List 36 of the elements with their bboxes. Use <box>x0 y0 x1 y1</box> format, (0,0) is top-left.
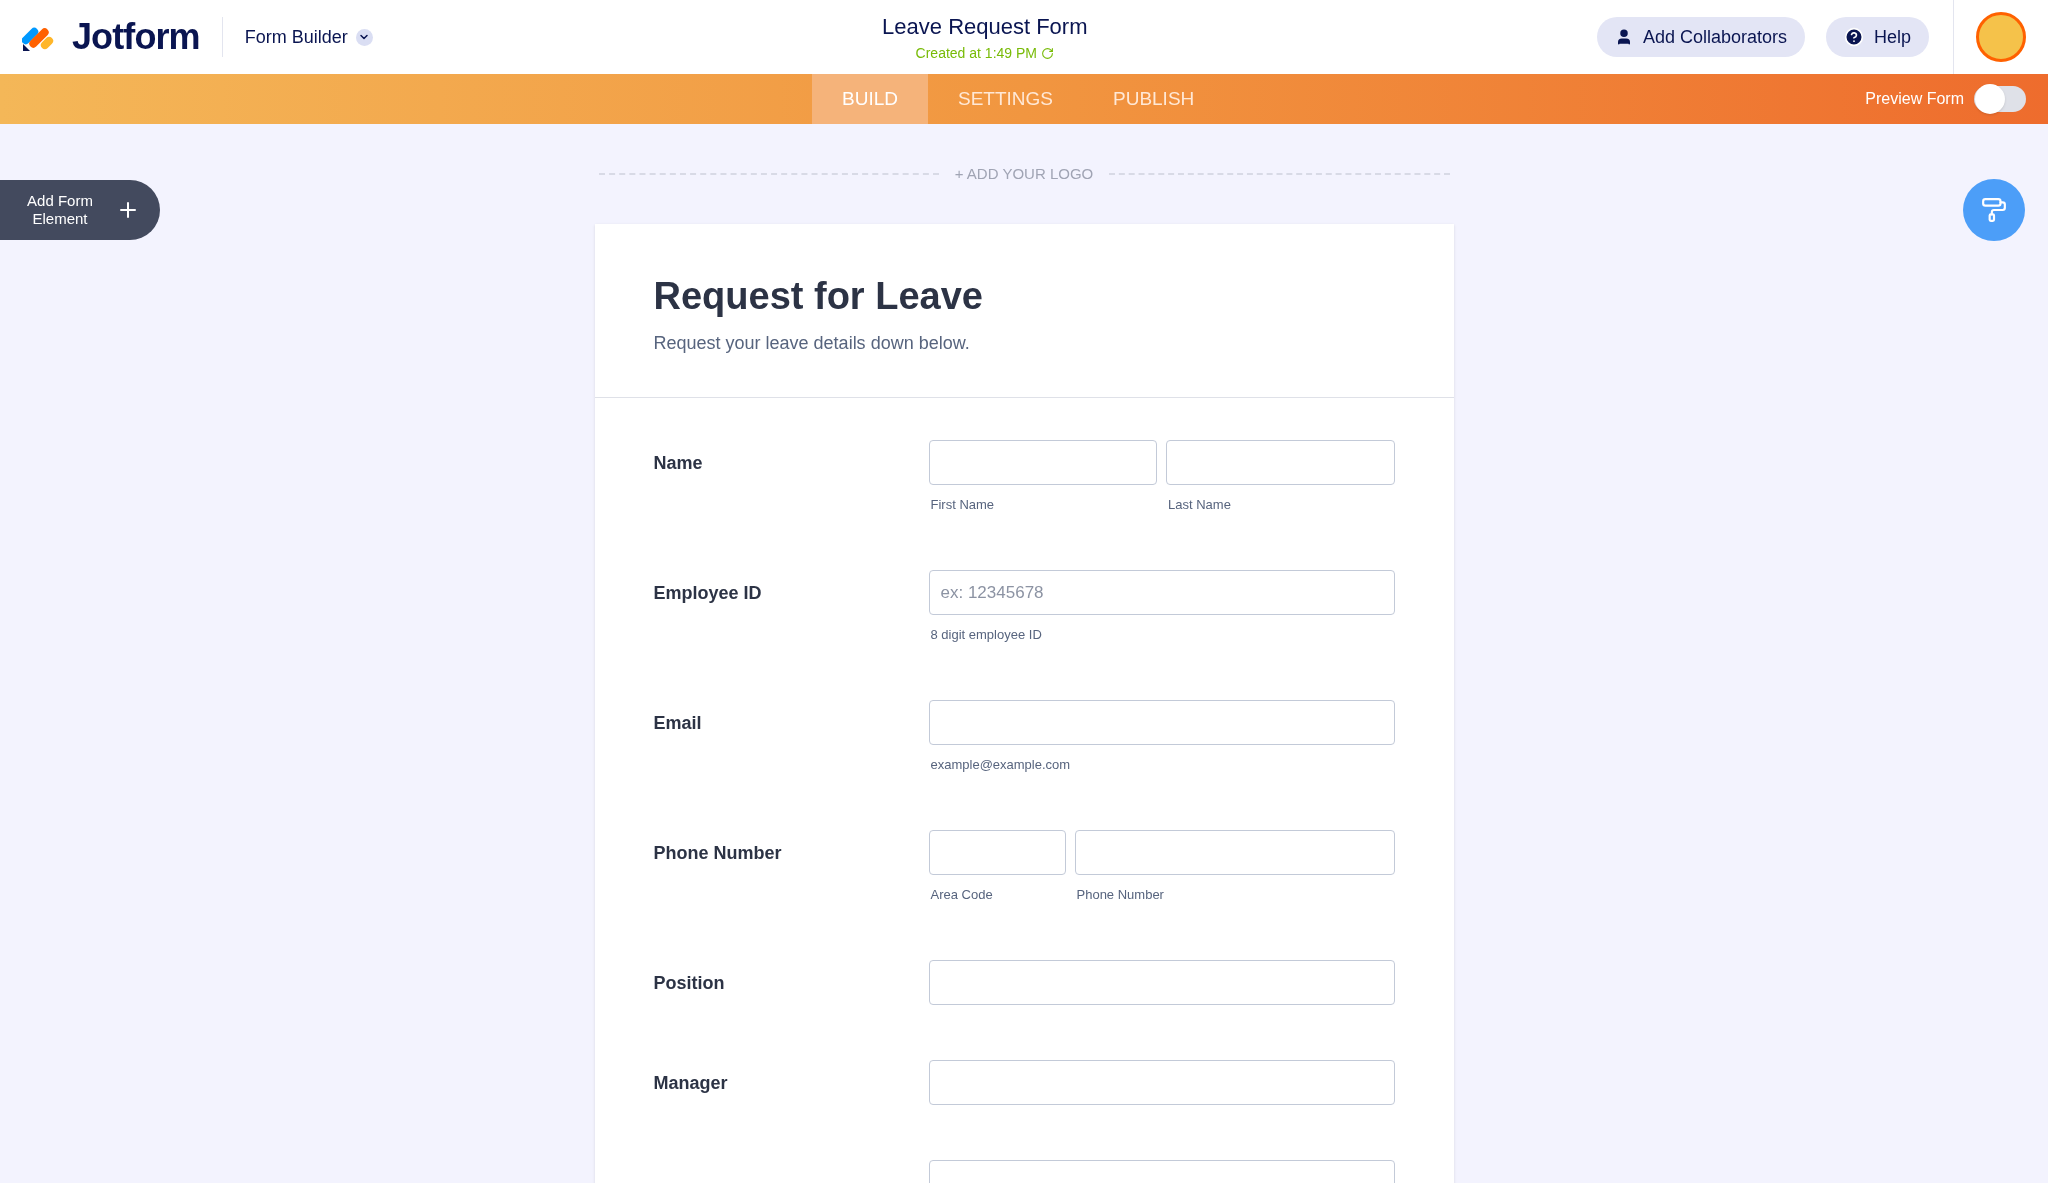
preview-form-label: Preview Form <box>1865 89 1964 109</box>
sublabel: First Name <box>929 496 996 514</box>
form-title: Leave Request Form <box>882 13 1088 41</box>
add-collaborators-button[interactable]: Add Collaborators <box>1596 17 1805 57</box>
field-label: Email <box>653 713 702 733</box>
help-button[interactable]: Help <box>1825 17 1929 57</box>
input-field[interactable] <box>928 1060 1395 1105</box>
add-form-element-button[interactable]: Add Form Element <box>0 180 160 240</box>
preview-toggle[interactable] <box>1974 86 2026 112</box>
input-field[interactable] <box>928 830 1066 875</box>
hint-text: 8 digit employee ID <box>929 626 1043 644</box>
sublabel: Area Code <box>929 886 994 904</box>
form-builder-menu[interactable]: Form Builder <box>244 23 373 51</box>
field-label: Employee ID <box>653 583 762 603</box>
sublabel: Last Name <box>1167 496 1232 514</box>
input-field[interactable] <box>1166 440 1395 485</box>
input-field[interactable] <box>928 440 1157 485</box>
input-field[interactable]: ex: 12345678 <box>928 570 1395 615</box>
input-field[interactable] <box>928 960 1395 1005</box>
field-label: Manager <box>653 1073 728 1093</box>
paint-roller-icon <box>1981 197 2007 223</box>
field-label: Phone Number <box>653 843 782 863</box>
hint-text: example@example.com <box>929 756 1072 774</box>
help-icon <box>1843 27 1864 47</box>
refresh-icon <box>1041 47 1054 60</box>
field-label: Name <box>653 453 703 473</box>
form-description: Request your leave details down below. <box>653 332 971 355</box>
field-label: Position <box>653 973 725 993</box>
chevron-down-icon <box>355 28 373 46</box>
input-field[interactable] <box>1074 830 1395 875</box>
form-heading: Request for Leave <box>653 274 984 318</box>
input-field[interactable] <box>928 700 1395 745</box>
created-time: Created at 1:49 PM <box>915 43 1054 64</box>
avatar[interactable] <box>1976 12 2026 62</box>
brand-name: Jotform <box>72 15 200 59</box>
sublabel: Phone Number <box>1075 886 1165 904</box>
